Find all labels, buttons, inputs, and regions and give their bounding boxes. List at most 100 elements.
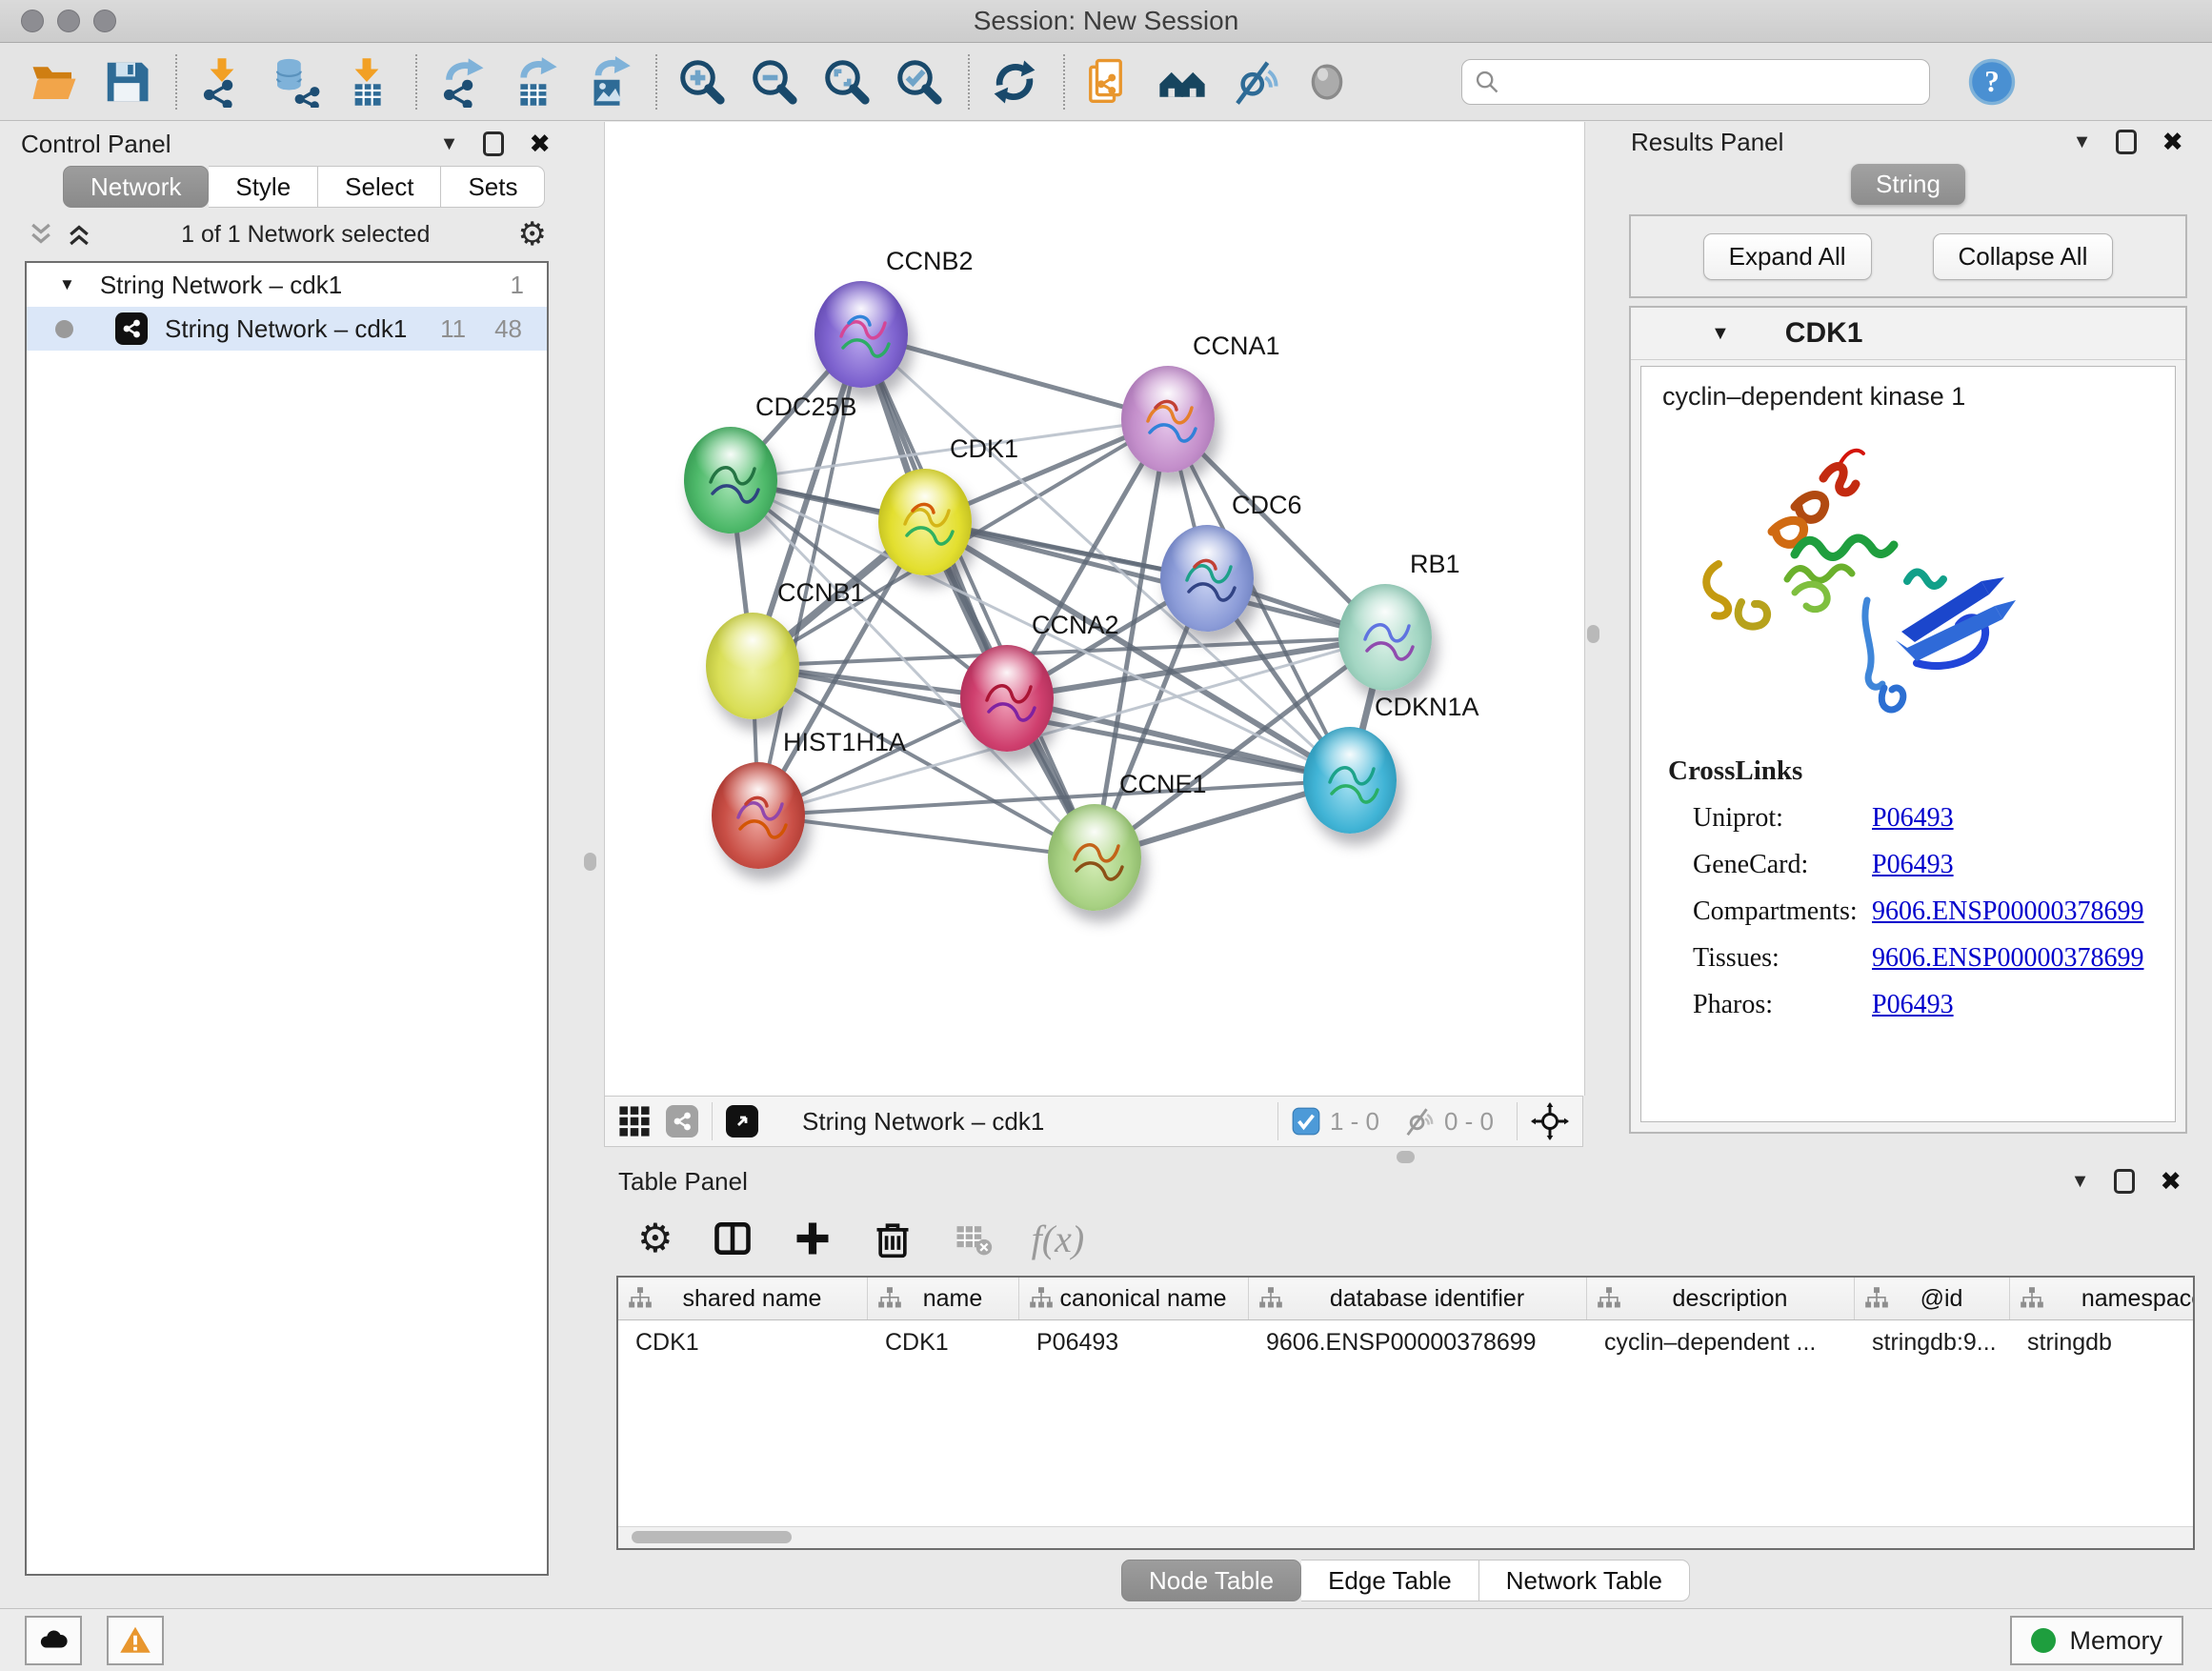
network-node-CDKN1A[interactable]: [1303, 727, 1397, 834]
network-canvas[interactable]: CCNB2CCNA1CDC25BCDK1CDC6RB1CCNB1CCNA2CDK…: [604, 122, 1585, 1096]
selected-checkbox-icon[interactable]: [1292, 1107, 1320, 1136]
table-cell[interactable]: P06493: [1019, 1320, 1249, 1364]
show-columns-icon[interactable]: [712, 1218, 754, 1259]
collapse-all-icon[interactable]: [27, 220, 55, 249]
node-position-crosshair-icon[interactable]: [1531, 1102, 1569, 1140]
panel-close-icon[interactable]: ✖: [529, 131, 551, 157]
table-cell[interactable]: stringdb:9...: [1855, 1320, 2010, 1364]
panel-float-icon[interactable]: [2116, 130, 2137, 154]
import-network-button[interactable]: [192, 52, 251, 111]
tab-style[interactable]: Style: [209, 166, 318, 208]
expand-all-button[interactable]: Expand All: [1703, 233, 1872, 280]
tab-sets[interactable]: Sets: [441, 166, 545, 208]
collapse-all-button[interactable]: Collapse All: [1933, 233, 2114, 280]
panel-float-icon[interactable]: [483, 131, 504, 156]
network-node-CDC6[interactable]: [1160, 525, 1254, 632]
expand-all-icon[interactable]: [65, 220, 93, 249]
tree-caret-icon[interactable]: ▼: [59, 275, 75, 294]
column-header-name[interactable]: name: [868, 1278, 1019, 1319]
splitter-handle[interactable]: [1587, 625, 1599, 643]
export-image-button[interactable]: [577, 52, 636, 111]
panel-menu-icon[interactable]: ▼: [2073, 132, 2092, 151]
section-caret-icon[interactable]: ▼: [1711, 323, 1730, 345]
network-edge-CDK1-RB1[interactable]: [925, 522, 1385, 637]
protein-ribbon-thumb-icon: [712, 762, 805, 869]
zoom-in-button[interactable]: [673, 52, 732, 111]
column-header-canonical-name[interactable]: canonical name: [1019, 1278, 1249, 1319]
column-header-shared-name[interactable]: shared name: [618, 1278, 868, 1319]
cloud-status-button[interactable]: [25, 1616, 82, 1665]
column-header-database-identifier[interactable]: database identifier: [1249, 1278, 1587, 1319]
tab-node-table[interactable]: Node Table: [1121, 1560, 1301, 1601]
table-settings-gear-icon[interactable]: ⚙: [637, 1218, 674, 1258]
table-cell[interactable]: cyclin–dependent ...: [1587, 1320, 1855, 1364]
string-home-button[interactable]: [1153, 52, 1212, 111]
crosslink-compartments-link[interactable]: 9606.ENSP00000378699: [1872, 896, 2143, 927]
tab-network-table[interactable]: Network Table: [1479, 1560, 1690, 1601]
scrollbar-thumb[interactable]: [632, 1531, 792, 1543]
import-network-from-database-button[interactable]: [265, 52, 324, 111]
panel-close-icon[interactable]: ✖: [2162, 130, 2183, 155]
table-row[interactable]: CDK1CDK1P064939606.ENSP00000378699cyclin…: [618, 1320, 2193, 1364]
tab-select[interactable]: Select: [318, 166, 441, 208]
network-node-CCNB1[interactable]: [706, 613, 799, 719]
warnings-button[interactable]: [107, 1616, 164, 1665]
panel-menu-icon[interactable]: ▼: [2071, 1172, 2090, 1191]
zoom-selected-button[interactable]: [890, 52, 949, 111]
table-cell[interactable]: CDK1: [618, 1320, 868, 1364]
tab-network[interactable]: Network: [63, 166, 209, 208]
network-node-CCNE1[interactable]: [1048, 804, 1141, 911]
import-table-button[interactable]: [337, 52, 396, 111]
save-session-button[interactable]: [97, 52, 156, 111]
network-edge-CCNB2-CCNE1[interactable]: [861, 334, 1095, 857]
zoom-fit-button[interactable]: [817, 52, 876, 111]
table-cell[interactable]: stringdb: [2010, 1320, 2195, 1364]
zoom-out-button[interactable]: [745, 52, 804, 111]
table-cell[interactable]: 9606.ENSP00000378699: [1249, 1320, 1587, 1364]
column-header--id[interactable]: @id: [1855, 1278, 2010, 1319]
birds-eye-view-icon[interactable]: [726, 1105, 758, 1137]
network-node-CCNA2[interactable]: [960, 645, 1054, 752]
network-node-RB1[interactable]: [1338, 584, 1432, 691]
export-network-button[interactable]: [432, 52, 492, 111]
splitter-handle[interactable]: [584, 853, 596, 871]
string-eye-button[interactable]: [1297, 52, 1357, 111]
hidden-glasses-icon[interactable]: [1402, 1105, 1435, 1137]
protein-ribbon-thumb-icon: [814, 281, 908, 388]
open-session-button[interactable]: [25, 52, 84, 111]
network-share-icon[interactable]: [666, 1105, 698, 1137]
panel-float-icon[interactable]: [2114, 1169, 2135, 1194]
protein-section-header[interactable]: ▼ CDK1: [1631, 308, 2185, 360]
apply-layout-button[interactable]: [985, 52, 1044, 111]
create-column-plus-icon[interactable]: [792, 1218, 834, 1259]
crosslink-pharos-link[interactable]: P06493: [1872, 990, 1954, 1020]
grid-view-icon[interactable]: [618, 1105, 651, 1137]
table-cell[interactable]: CDK1: [868, 1320, 1019, 1364]
horizontal-scrollbar[interactable]: [618, 1526, 2193, 1548]
network-collection-row[interactable]: ▼ String Network – cdk1 1: [27, 263, 547, 307]
network-row-selected[interactable]: String Network – cdk1 11 48: [27, 307, 547, 351]
panel-close-icon[interactable]: ✖: [2160, 1169, 2182, 1195]
string-import-button[interactable]: [1080, 52, 1139, 111]
network-node-CCNB2[interactable]: [814, 281, 908, 388]
network-options-gear-icon[interactable]: ⚙: [518, 215, 547, 253]
column-header-description[interactable]: description: [1587, 1278, 1855, 1319]
network-node-HIST1H1A[interactable]: [712, 762, 805, 869]
panel-menu-icon[interactable]: ▼: [440, 134, 459, 153]
network-edge-CCNE1-HIST1H1A[interactable]: [758, 815, 1095, 857]
crosslink-tissues-link[interactable]: 9606.ENSP00000378699: [1872, 943, 2143, 974]
memory-button[interactable]: Memory: [2010, 1616, 2183, 1665]
export-table-button[interactable]: [505, 52, 564, 111]
tab-string[interactable]: String: [1851, 164, 1965, 205]
string-hide-glasses-button[interactable]: [1225, 52, 1284, 111]
tab-edge-table[interactable]: Edge Table: [1301, 1560, 1479, 1601]
crosslink-uniprot-link[interactable]: P06493: [1872, 803, 1954, 834]
network-node-CDK1[interactable]: [878, 469, 972, 575]
crosslink-genecard-link[interactable]: P06493: [1872, 850, 1954, 880]
network-node-CDC25B[interactable]: [684, 427, 777, 534]
delete-column-trash-icon[interactable]: [872, 1218, 914, 1259]
column-header-namespace[interactable]: namespace: [2010, 1278, 2195, 1319]
search-input[interactable]: [1500, 62, 1929, 102]
help-button[interactable]: ?: [1962, 52, 2021, 111]
network-node-CCNA1[interactable]: [1121, 366, 1215, 473]
